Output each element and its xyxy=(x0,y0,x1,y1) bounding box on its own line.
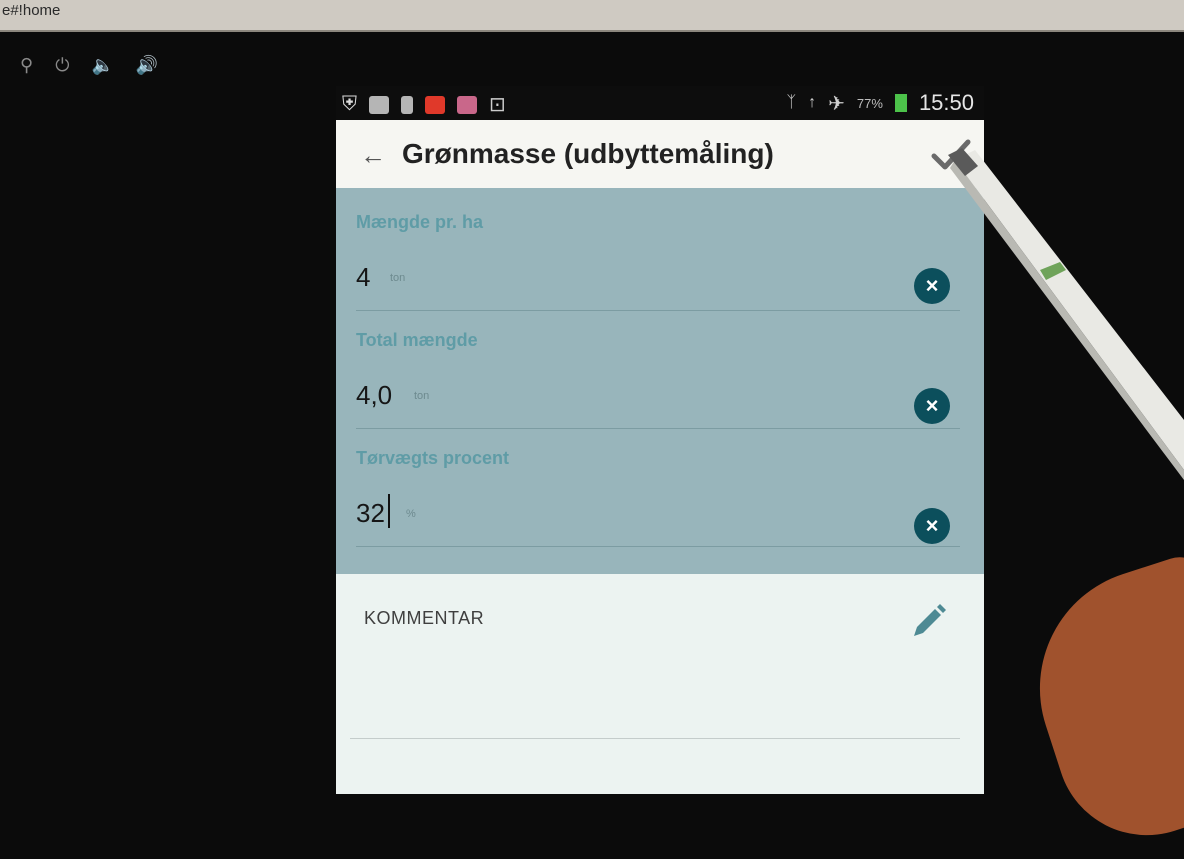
host-url-text: e#!home xyxy=(2,2,61,19)
field-amount-per-ha: Mængde pr. ha 4 ton × xyxy=(336,188,984,311)
field-label: Mængde pr. ha xyxy=(356,212,484,232)
volume-up-icon[interactable]: 🔊 xyxy=(136,55,158,76)
comment-label: KOMMENTAR xyxy=(364,608,485,628)
volume-down-icon[interactable]: 🔈 xyxy=(91,55,113,76)
clear-total-amount-button[interactable]: × xyxy=(914,388,950,424)
field-label: Tørvægts procent xyxy=(356,448,510,468)
input-underline xyxy=(356,546,960,547)
arrow-left-icon[interactable]: ← xyxy=(360,140,386,171)
total-amount-input[interactable]: 4,0 xyxy=(356,380,392,411)
sim-icon xyxy=(401,95,413,114)
field-dry-weight-percent: Tørvægts procent 32 % × xyxy=(336,424,984,547)
gallery-icon xyxy=(457,95,477,114)
clock: 15:50 xyxy=(918,90,974,115)
field-total-amount: Total mængde 4,0 ton × xyxy=(336,306,984,429)
hand-photo xyxy=(1008,549,1184,859)
form-fields: Mængde pr. ha 4 ton × Total mængde 4,0 t… xyxy=(336,188,984,574)
field-unit: ton xyxy=(414,390,430,402)
pencil-icon[interactable] xyxy=(908,602,948,642)
clear-dry-weight-percent-button[interactable]: × xyxy=(914,508,950,544)
dry-weight-percent-input[interactable]: 32 xyxy=(356,498,385,529)
airplane-icon: ✈ xyxy=(828,92,845,115)
page-title: Grønmasse (udbyttemåling) xyxy=(402,138,774,169)
keyboard-icon xyxy=(369,95,389,114)
app-bar: ← Grønmasse (udbyttemåling) xyxy=(336,120,984,189)
text-cursor xyxy=(388,494,390,528)
battery-icon xyxy=(894,94,907,112)
search-icon[interactable]: ⚲ xyxy=(20,55,33,76)
host-toolbar: ⚲ ⏻ 🔈 🔊 xyxy=(20,55,158,76)
field-unit: % xyxy=(406,508,416,520)
usb-icon: ⊡ xyxy=(489,94,506,116)
phone-screen: ⛨ ⊡ ᛉ ↑ ✈ 77% 15:50 ← Grønmasse (udbytte… xyxy=(336,86,984,794)
field-unit: ton xyxy=(390,272,406,284)
wifi-icon: ↑ xyxy=(808,94,817,111)
field-label: Total mængde xyxy=(356,330,478,350)
checkmark-icon[interactable] xyxy=(926,130,974,178)
host-address-bar[interactable]: e#!home xyxy=(0,0,1184,32)
comment-section[interactable]: KOMMENTAR xyxy=(336,574,984,794)
comment-underline xyxy=(350,738,960,739)
shield-icon: ⛨ xyxy=(342,93,357,115)
battery-percent: 77% xyxy=(856,95,883,111)
bluetooth-icon: ᛉ xyxy=(786,94,797,111)
amount-per-ha-input[interactable]: 4 xyxy=(356,262,370,293)
status-bar: ⛨ ⊡ ᛉ ↑ ✈ 77% 15:50 xyxy=(336,86,984,120)
power-icon[interactable]: ⏻ xyxy=(55,55,69,76)
clear-amount-per-ha-button[interactable]: × xyxy=(914,268,950,304)
app-icon-red xyxy=(425,95,445,114)
